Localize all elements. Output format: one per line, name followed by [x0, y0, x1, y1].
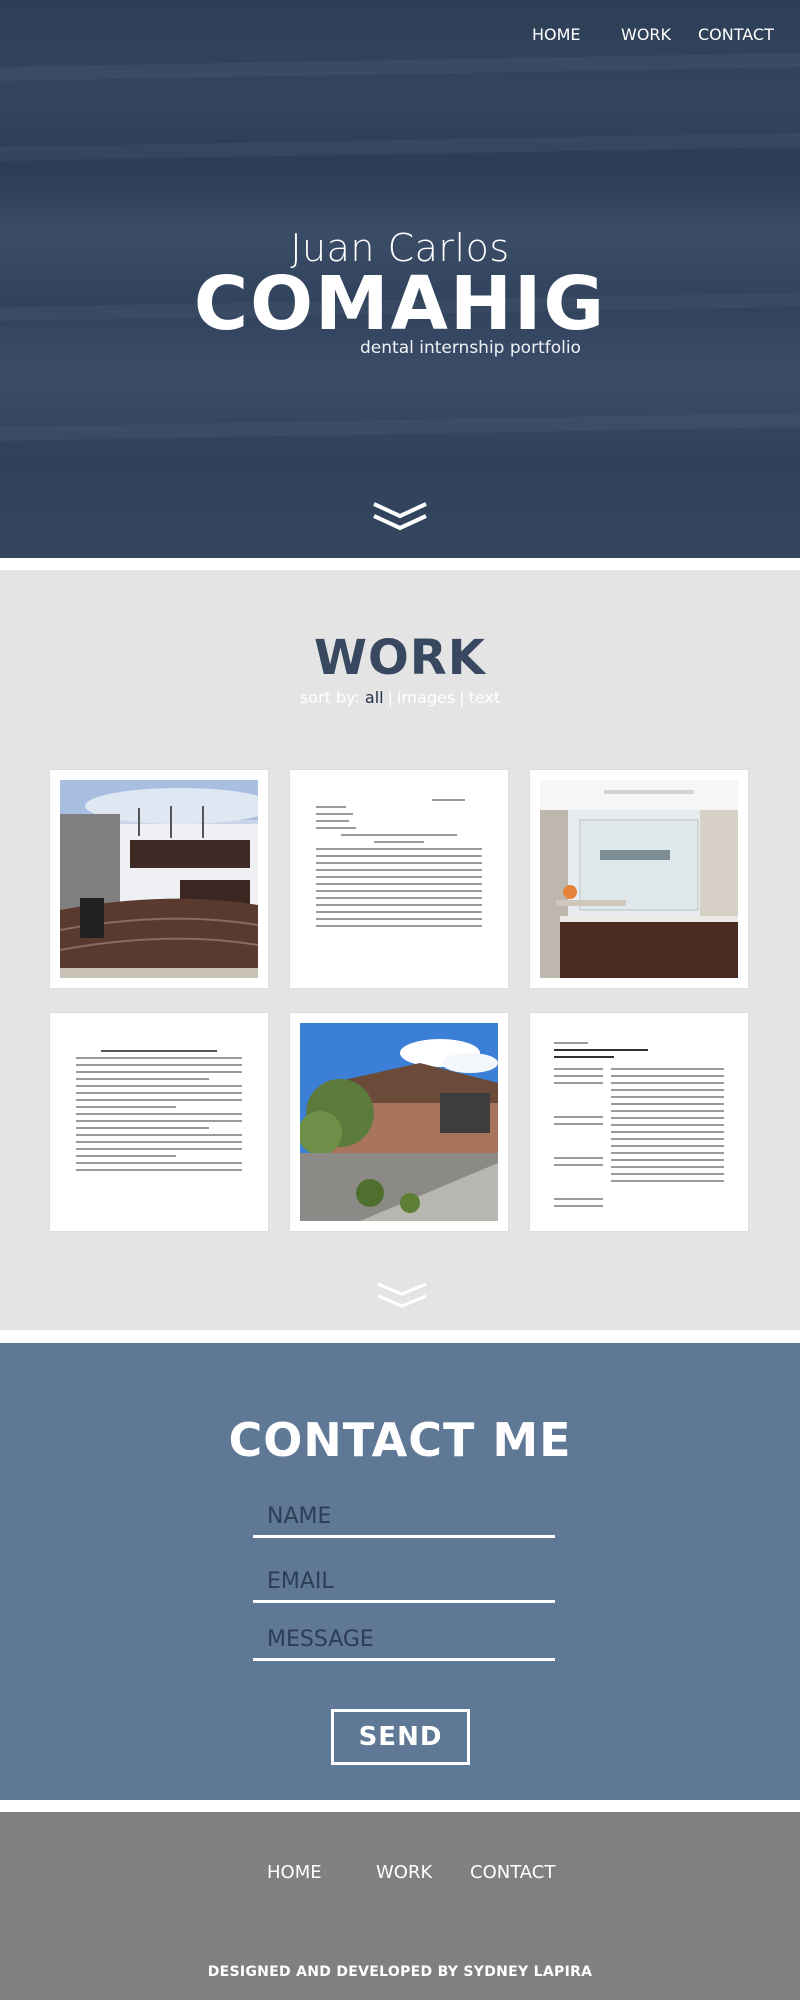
- footer-contact-link[interactable]: CONTACT: [470, 1862, 555, 1883]
- reception-photo-image: [60, 780, 258, 978]
- message-field: [253, 1621, 555, 1661]
- email-field: [253, 1563, 555, 1603]
- hero-texture: [0, 133, 800, 161]
- sort-images-link[interactable]: images: [397, 688, 455, 707]
- portfolio-item-mla-document[interactable]: [290, 770, 508, 988]
- sort-separator: |: [387, 688, 393, 707]
- contact-section: CONTACT ME SEND: [0, 1343, 800, 1800]
- portfolio-item-office-photo[interactable]: [530, 770, 748, 988]
- sort-text-link[interactable]: text: [469, 688, 501, 707]
- nav-home-link[interactable]: HOME: [532, 25, 581, 44]
- message-input[interactable]: [253, 1621, 555, 1658]
- footer-work-link[interactable]: WORK: [376, 1862, 432, 1883]
- hero-section: HOME WORK CONTACT Juan Carlos COMAHIG de…: [0, 0, 800, 558]
- mla-document-thumbnail: [300, 780, 498, 978]
- contact-title: CONTACT ME: [228, 1413, 572, 1467]
- hero-texture: [0, 413, 800, 441]
- sort-prefix: sort by:: [299, 688, 360, 707]
- work-section: WORK sort by: all | images | text: [0, 570, 800, 1330]
- footer-home-link[interactable]: HOME: [267, 1862, 322, 1883]
- portfolio-item-clinic-exterior-photo[interactable]: [290, 1013, 508, 1231]
- nav-work-link[interactable]: WORK: [621, 25, 671, 44]
- footer: HOME WORK CONTACT DESIGNED AND DEVELOPED…: [0, 1812, 800, 2000]
- scroll-down-chevron-icon[interactable]: [376, 1280, 428, 1312]
- nav-contact-link[interactable]: CONTACT: [698, 25, 774, 44]
- sort-separator: |: [459, 688, 465, 707]
- scroll-down-chevron-icon[interactable]: [372, 500, 428, 534]
- portfolio-item-reception-photo[interactable]: [50, 770, 268, 988]
- email-input[interactable]: [253, 1563, 555, 1600]
- hero-subtitle: dental internship portfolio: [360, 338, 581, 358]
- work-title: WORK: [314, 630, 486, 686]
- name-field: [253, 1498, 555, 1538]
- send-button[interactable]: SEND: [331, 1709, 470, 1765]
- name-input[interactable]: [253, 1498, 555, 1535]
- scholarship-document-thumbnail: [60, 1023, 258, 1221]
- footer-credit: DESIGNED AND DEVELOPED BY SYDNEY LAPIRA: [207, 1964, 593, 1980]
- portfolio-item-essay-document[interactable]: [530, 1013, 748, 1231]
- clinic-exterior-image: [300, 1023, 498, 1221]
- hero-texture: [0, 53, 800, 81]
- essay-document-thumbnail: [540, 1023, 738, 1221]
- portfolio-item-scholarship-document[interactable]: [50, 1013, 268, 1231]
- hero-last-name: COMAHIG: [193, 261, 607, 347]
- sort-controls: sort by: all | images | text: [0, 688, 800, 707]
- sort-all-link[interactable]: all: [365, 688, 384, 707]
- office-photo-image: [540, 780, 738, 978]
